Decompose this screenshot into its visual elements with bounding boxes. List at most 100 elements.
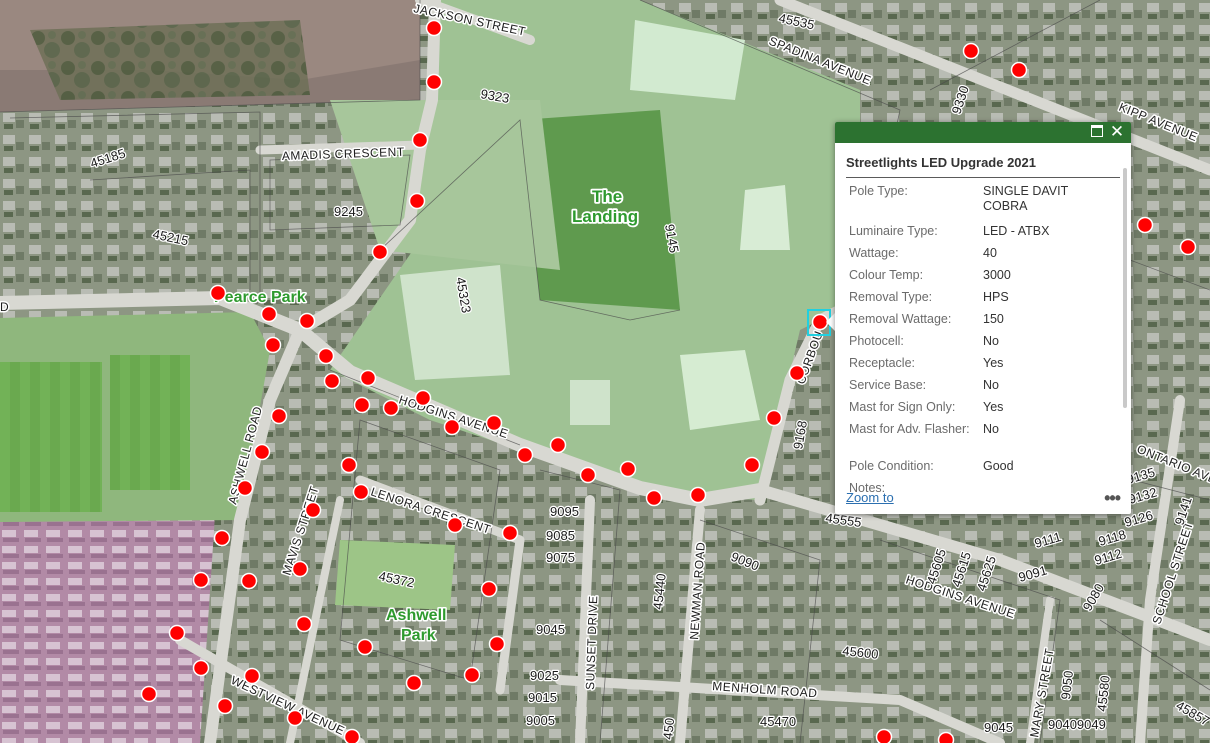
attribute-row: Colour Temp: 3000	[849, 268, 1109, 283]
attribute-label: Removal Wattage:	[849, 312, 952, 326]
lot-label: 9095	[550, 504, 579, 519]
streetlight-marker[interactable]	[260, 305, 278, 323]
streetlight-marker[interactable]	[295, 615, 313, 633]
lot-label: 45470	[760, 714, 796, 729]
streetlight-marker[interactable]	[286, 709, 304, 727]
popup-header: ✕	[835, 122, 1131, 143]
streetlight-marker[interactable]	[340, 456, 358, 474]
streetlight-marker[interactable]	[425, 19, 443, 37]
popup-scrollbar[interactable]	[1123, 168, 1127, 408]
attribute-row: Mast for Sign Only: Yes	[849, 400, 1109, 415]
zoom-to-link[interactable]: Zoom to	[846, 490, 894, 505]
streetlight-marker[interactable]	[501, 524, 519, 542]
streetlight-marker[interactable]	[962, 42, 980, 60]
attribute-label: Colour Temp:	[849, 268, 924, 282]
streetlight-marker[interactable]	[192, 659, 210, 677]
park-label-pearce: Pearce Park	[214, 289, 306, 306]
streetlight-marker[interactable]	[788, 364, 806, 382]
streetlight-marker[interactable]	[875, 728, 893, 743]
streetlight-marker[interactable]	[689, 486, 707, 504]
attribute-row: Pole Condition: Good	[849, 459, 1109, 474]
attribute-value: SINGLE DAVIT COBRA	[983, 184, 1068, 213]
attribute-label: Mast for Adv. Flasher:	[849, 422, 970, 436]
attribute-value: 150	[983, 312, 1004, 326]
attribute-label: Photocell:	[849, 334, 904, 348]
streetlight-marker[interactable]	[213, 529, 231, 547]
streetlight-marker[interactable]	[298, 312, 316, 330]
popup-footer: Zoom to •••	[846, 488, 1121, 509]
popup-attribute-list[interactable]: Pole Type: SINGLE DAVIT COBRA Luminaire Ty…	[849, 184, 1121, 492]
attribute-row: Service Base: No	[849, 378, 1109, 393]
attribute-row: Photocell: No	[849, 334, 1109, 349]
streetlight-marker[interactable]	[765, 409, 783, 427]
park-label-ashwell: Ashwell	[386, 607, 446, 624]
streetlight-marker[interactable]	[382, 399, 400, 417]
lot-label: 9005	[526, 713, 555, 728]
streetlight-marker[interactable]	[446, 516, 464, 534]
park-label-the-landing-2: Landing	[572, 207, 638, 226]
close-button[interactable]: ✕	[1107, 122, 1127, 143]
attribute-value: Good	[983, 459, 1014, 473]
streetlight-marker[interactable]	[516, 446, 534, 464]
attribute-row: Wattage: 40	[849, 246, 1109, 261]
streetlight-marker[interactable]	[414, 389, 432, 407]
sports-field-west	[0, 362, 102, 512]
attribute-label: Removal Type:	[849, 290, 933, 304]
streetlight-marker[interactable]	[291, 560, 309, 578]
streetlight-marker[interactable]	[1136, 216, 1154, 234]
streetlight-marker[interactable]	[356, 638, 374, 656]
streetlight-marker[interactable]	[317, 347, 335, 365]
attribute-label: Receptacle:	[849, 356, 916, 370]
attribute-row: Receptacle: Yes	[849, 356, 1109, 371]
streetlight-marker[interactable]	[549, 436, 567, 454]
streetlight-marker[interactable]	[371, 243, 389, 261]
streetlight-marker[interactable]	[236, 479, 254, 497]
streetlight-marker[interactable]	[579, 466, 597, 484]
streetlight-marker[interactable]	[645, 489, 663, 507]
streetlight-marker[interactable]	[743, 456, 761, 474]
streetlight-marker[interactable]	[937, 731, 955, 743]
streetlight-marker[interactable]	[253, 443, 271, 461]
attribute-label: Mast for Sign Only:	[849, 400, 956, 414]
streetlight-marker[interactable]	[1010, 61, 1028, 79]
streetlight-marker[interactable]	[168, 624, 186, 642]
streetlight-marker[interactable]	[140, 685, 158, 703]
streetlight-marker[interactable]	[240, 572, 258, 590]
streetlight-marker[interactable]	[243, 667, 261, 685]
streetlight-marker[interactable]	[323, 372, 341, 390]
streetlight-marker[interactable]	[352, 483, 370, 501]
streetlight-marker[interactable]	[353, 396, 371, 414]
streetlight-marker[interactable]	[209, 284, 227, 302]
streetlight-marker[interactable]	[264, 336, 282, 354]
attribute-label: Service Base:	[849, 378, 927, 392]
streetlight-marker[interactable]	[443, 418, 461, 436]
streetlight-marker[interactable]	[270, 407, 288, 425]
streetlight-marker[interactable]	[216, 697, 234, 715]
streetlight-marker[interactable]	[1179, 238, 1197, 256]
street-label-d: D	[0, 300, 9, 314]
attribute-label: Wattage:	[849, 246, 899, 260]
streetlight-marker[interactable]	[488, 635, 506, 653]
tree-stand	[30, 20, 310, 100]
maximize-icon	[1091, 125, 1103, 137]
attribute-row: Removal Wattage: 150	[849, 312, 1109, 327]
attribute-label: Luminaire Type:	[849, 224, 938, 238]
attribute-value: 3000	[983, 268, 1011, 282]
streetlight-marker[interactable]	[304, 501, 322, 519]
streetlight-marker[interactable]	[192, 571, 210, 589]
maximize-button[interactable]	[1087, 122, 1107, 143]
streetlight-marker[interactable]	[619, 460, 637, 478]
streetlight-marker[interactable]	[425, 73, 443, 91]
lot-label: 450	[660, 717, 677, 740]
streetlight-marker[interactable]	[480, 580, 498, 598]
attribute-value: No	[983, 334, 999, 348]
streetlight-marker[interactable]	[485, 414, 503, 432]
streetlight-marker[interactable]	[411, 131, 429, 149]
streetlight-marker[interactable]	[359, 369, 377, 387]
popup-divider	[846, 177, 1120, 178]
streetlight-marker[interactable]	[408, 192, 426, 210]
more-actions-button[interactable]: •••	[1104, 488, 1121, 509]
streetlight-marker[interactable]	[463, 666, 481, 684]
streetlight-marker[interactable]	[405, 674, 423, 692]
streetlight-marker[interactable]	[343, 728, 361, 743]
